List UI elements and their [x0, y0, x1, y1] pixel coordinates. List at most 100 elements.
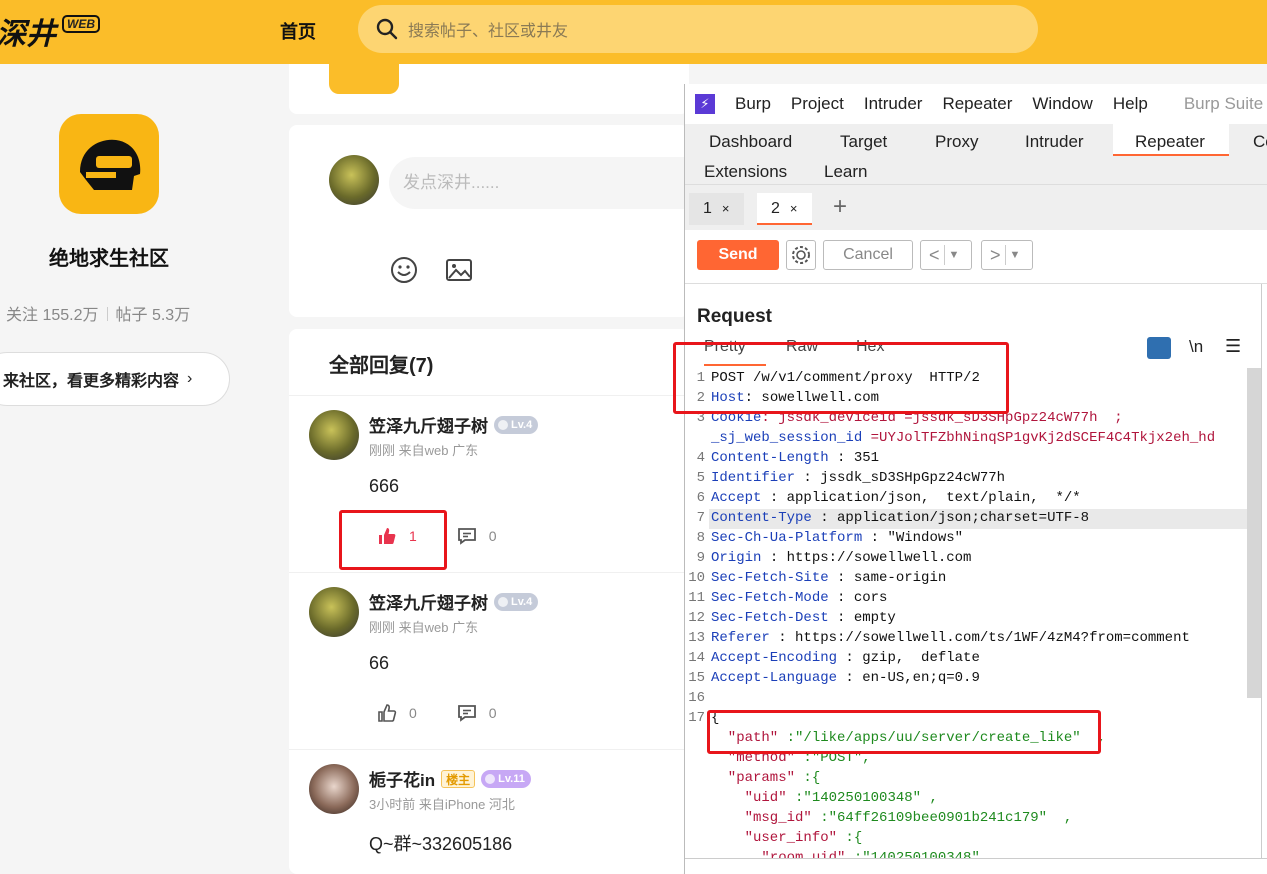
avatar[interactable] [309, 764, 359, 814]
close-icon[interactable]: × [722, 201, 730, 216]
tab-collaborator[interactable]: Co [1253, 128, 1267, 156]
tab-dashboard[interactable]: Dashboard [709, 128, 792, 156]
code-value: : application/json, text/plain, */* [761, 490, 1081, 506]
reply-text: Q~群~332605186 [369, 834, 513, 854]
settings-gear-icon[interactable] [786, 240, 816, 270]
repeater-tab-1[interactable]: 1 × [689, 193, 744, 225]
search-icon [376, 18, 398, 40]
search-input[interactable]: 搜索帖子、社区或井友 [358, 5, 1038, 53]
comment-count: 0 [488, 705, 497, 721]
line-number: 15 [688, 670, 705, 686]
avatar[interactable] [309, 410, 359, 460]
community-sidebar: 绝地求生社区 关注 155.2万 帖子 5.3万 来社区，看更多精彩内容 › [0, 64, 270, 874]
code-value: : 351 [828, 450, 880, 466]
scrollbar[interactable] [1247, 368, 1261, 698]
repeater-tab-2[interactable]: 2 × [757, 193, 812, 225]
tab-learn[interactable]: Learn [824, 158, 867, 186]
menu-icon[interactable]: ☰ [1225, 336, 1241, 357]
code-key: Sec-Fetch-Mode [711, 590, 829, 606]
enter-community-label: 来社区，看更多精彩内容 [3, 373, 180, 390]
code-key: Referer [711, 630, 770, 646]
avatar[interactable] [309, 587, 359, 637]
code-line: Sec-Fetch-Dest : empty [711, 610, 896, 626]
menu-help[interactable]: Help [1113, 94, 1148, 114]
comment-icon[interactable] [457, 526, 477, 546]
code-line: Sec-Ch-Ua-Platform : "Windows" [711, 530, 963, 546]
code-key: "user_info" [711, 830, 838, 846]
show-newlines-button[interactable]: \n [1189, 337, 1203, 357]
reply-author[interactable]: 笠泽九斤翅子树 Lv.4 [369, 589, 539, 614]
logo-badge: WEB [62, 15, 100, 33]
level-badge: Lv.4 [494, 415, 539, 434]
nav-home-link[interactable]: 首页 [280, 18, 316, 44]
enter-community-button[interactable]: 来社区，看更多精彩内容 › [0, 352, 230, 406]
host-tag: 楼主 [441, 769, 476, 788]
request-editor[interactable]: 1 POST /w/v1/comment/proxy HTTP/2 2 Host: s… [685, 368, 1260, 874]
tab-intruder[interactable]: Intruder [1025, 128, 1084, 156]
annotation-box [707, 710, 1101, 754]
site-logo[interactable]: 深井 WEB [0, 8, 100, 54]
menu-intruder[interactable]: Intruder [864, 94, 923, 114]
comment-icon[interactable] [457, 703, 477, 723]
emoji-icon[interactable] [389, 255, 419, 285]
code-key: _sj_web_session_id [711, 430, 863, 446]
level-badge: Lv.11 [481, 769, 531, 788]
code-value: : https://sowellwell.com/ts/1WF/4zM4?fro… [769, 630, 1190, 646]
image-icon[interactable] [444, 255, 474, 285]
reply-text: 66 [369, 653, 390, 673]
forward-button[interactable]: > ▼ [981, 240, 1033, 270]
code-line: Sec-Fetch-Site : same-origin [711, 570, 946, 586]
code-value: :"64ff26109bee0901b241c179" , [811, 810, 1073, 826]
add-tab-icon[interactable]: + [833, 193, 847, 221]
helmet-icon [80, 139, 141, 190]
code-value: : "Windows" [862, 530, 964, 546]
line-number: 16 [688, 690, 705, 706]
code-line: Origin : https://sowellwell.com [711, 550, 971, 566]
tab-extensions[interactable]: Extensions [704, 158, 787, 186]
search-placeholder: 搜索帖子、社区或井友 [408, 23, 569, 40]
tab-target[interactable]: Target [840, 128, 887, 156]
reply-item: 栀子花in 楼主 Lv.11 3小时前 来自iPhone 河北 Q~群~3326… [289, 749, 689, 874]
menu-window[interactable]: Window [1032, 94, 1092, 114]
code-value: :"140250100348" , [786, 790, 938, 806]
dropdown-icon[interactable]: ▼ [949, 249, 960, 261]
line-number: 14 [688, 650, 705, 666]
code-value: :{ [795, 770, 821, 786]
follow-button[interactable] [329, 64, 399, 94]
code-key: Content-Type [711, 510, 812, 526]
code-key: Content-Length [711, 450, 829, 466]
cancel-button[interactable]: Cancel [823, 240, 913, 270]
reply-author[interactable]: 笠泽九斤翅子树 Lv.4 [369, 412, 539, 437]
level-badge: Lv.4 [494, 592, 539, 611]
code-key: "uid" [711, 790, 787, 806]
line-number: 13 [688, 630, 705, 646]
back-button[interactable]: < ▼ [920, 240, 972, 270]
like-count: 0 [409, 705, 417, 721]
close-icon[interactable]: × [790, 201, 798, 216]
request-title: Request [697, 306, 772, 327]
code-line: "msg_id" :"64ff26109bee0901b241c179" , [711, 810, 1073, 826]
menu-burp[interactable]: Burp [735, 94, 771, 114]
code-line: Content-Type : application/json;charset=… [711, 510, 1089, 526]
repeater-toolbar: Send Cancel < ▼ > ▼ [685, 230, 1267, 284]
composer-input[interactable]: 发点深井...... [389, 157, 709, 209]
code-line: "uid" :"140250100348" , [711, 790, 938, 806]
code-line: Referer : https://sowellwell.com/ts/1WF/… [711, 630, 1190, 646]
tab-proxy[interactable]: Proxy [935, 128, 978, 156]
thumbs-up-icon[interactable] [377, 703, 397, 723]
menu-project[interactable]: Project [791, 94, 844, 114]
burp-menubar: ⚡ Burp Project Intruder Repeater Window … [685, 84, 1267, 124]
author-name: 栀子花in [369, 771, 436, 790]
avatar [329, 155, 379, 205]
code-value: :{ [837, 830, 863, 846]
send-button[interactable]: Send [697, 240, 779, 270]
tab-repeater[interactable]: Repeater [1113, 124, 1229, 156]
code-value: =UYJolTFZbhNinqSP1gvKj2dSCEF4C4Tkjx2eh_h… [862, 430, 1216, 446]
wrap-lines-icon[interactable] [1147, 337, 1171, 359]
author-name: 笠泽九斤翅子树 [369, 594, 488, 613]
reply-author[interactable]: 栀子花in 楼主 Lv.11 [369, 766, 531, 791]
dropdown-icon[interactable]: ▼ [1010, 249, 1021, 261]
window-title: Burp Suite [1183, 94, 1264, 113]
menu-repeater[interactable]: Repeater [942, 94, 1012, 114]
burp-logo-icon: ⚡ [695, 94, 715, 114]
